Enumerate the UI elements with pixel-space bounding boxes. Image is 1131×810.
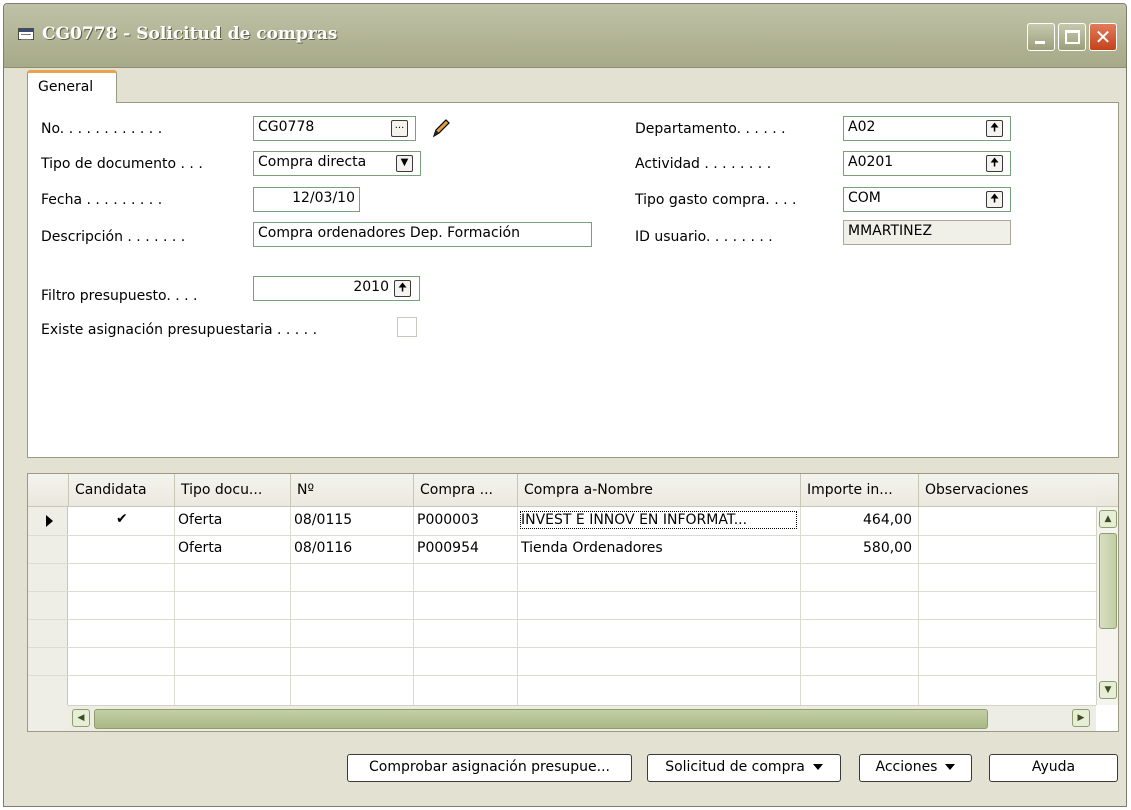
tab-general[interactable]: General — [27, 70, 117, 103]
departamento-label: Departamento. . . . . . — [635, 121, 786, 137]
solicitud-de-compra-button[interactable]: Solicitud de compra — [647, 754, 841, 782]
comprobar-asignacion-button[interactable]: Comprobar asignación presupue... — [347, 754, 632, 782]
dropdown-icon[interactable]: ▼ — [396, 155, 413, 172]
tipo-documento-value: Compra directa — [258, 154, 367, 170]
scroll-down-icon[interactable]: ▼ — [1099, 681, 1117, 699]
asignacion-label: Existe asignación presupuestaria . . . .… — [41, 322, 318, 338]
column-header-importe[interactable]: Importe in... — [800, 474, 918, 506]
descripcion-field[interactable]: Compra ordenadores Dep. Formación — [253, 222, 592, 247]
chevron-down-icon — [945, 764, 956, 770]
horizontal-scrollbar[interactable]: ◀ ▶ — [68, 705, 1096, 731]
cell-nombre[interactable]: Tienda Ordenadores — [521, 540, 796, 556]
actividad-label: Actividad . . . . . . . . — [635, 156, 772, 172]
window-icon — [18, 28, 34, 40]
chevron-down-icon — [812, 764, 823, 770]
cell-compra[interactable]: P000954 — [417, 540, 513, 556]
tab-general-label: General — [38, 79, 94, 95]
acciones-button[interactable]: Acciones — [859, 754, 972, 782]
id-usuario-field: MMARTINEZ — [843, 220, 1011, 245]
fecha-value: 12/03/10 — [292, 190, 355, 206]
descripcion-label: Descripción . . . . . . . — [41, 229, 186, 245]
cell-candidata[interactable]: ✔ — [116, 511, 128, 527]
title-bar[interactable]: CG0778 - Solicitud de compras ✕ — [4, 4, 1126, 68]
cell-importe[interactable]: 464,00 — [804, 512, 912, 528]
column-header-nombre[interactable]: Compra a-Nombre — [517, 474, 800, 506]
cell-nombre[interactable]: INVEST E INNOV EN INFORMAT... — [520, 511, 797, 529]
close-icon: ✕ — [1094, 25, 1112, 49]
id-usuario-label: ID usuario. . . . . . . . — [635, 229, 773, 245]
solicitud-de-compra-label: Solicitud de compra — [665, 759, 805, 775]
actividad-field[interactable]: A0201 🠉 — [843, 151, 1011, 176]
departamento-field[interactable]: A02 🠉 — [843, 116, 1011, 141]
column-header-no[interactable]: Nº — [290, 474, 413, 506]
minimize-icon — [1035, 41, 1045, 44]
departamento-value: A02 — [848, 119, 876, 135]
descripcion-value: Compra ordenadores Dep. Formación — [258, 225, 520, 241]
cell-no[interactable]: 08/0115 — [294, 512, 409, 528]
scroll-up-icon[interactable]: ▲ — [1099, 510, 1117, 528]
cell-no[interactable]: 08/0116 — [294, 540, 409, 556]
lookup-arrow-icon[interactable]: 🠉 — [986, 120, 1003, 137]
maximize-button[interactable] — [1058, 23, 1086, 51]
window-title: CG0778 - Solicitud de compras — [42, 24, 338, 44]
minimize-button[interactable] — [1027, 23, 1055, 51]
asignacion-checkbox[interactable] — [397, 317, 417, 337]
column-header-compra[interactable]: Compra ... — [413, 474, 517, 506]
no-value: CG0778 — [258, 119, 315, 135]
close-button[interactable]: ✕ — [1089, 23, 1117, 51]
filtro-presupuesto-value: 2010 — [353, 279, 389, 295]
tipo-gasto-field[interactable]: COM 🠉 — [843, 187, 1011, 212]
lookup-arrow-icon[interactable]: 🠉 — [986, 155, 1003, 172]
cell-tipo[interactable]: Oferta — [178, 512, 286, 528]
lookup-arrow-icon[interactable]: 🠉 — [394, 280, 411, 297]
cell-importe[interactable]: 580,00 — [804, 540, 912, 556]
scroll-right-icon[interactable]: ▶ — [1072, 709, 1090, 727]
no-label: No. . . . . . . . . . . . — [41, 121, 163, 137]
fecha-label: Fecha . . . . . . . . . — [41, 192, 163, 208]
column-header-tipo[interactable]: Tipo docu... — [174, 474, 290, 506]
tipo-gasto-value: COM — [848, 190, 881, 206]
lookup-icon[interactable]: ... — [391, 120, 408, 137]
tipo-gasto-label: Tipo gasto compra. . . . — [635, 192, 797, 208]
maximize-icon — [1065, 30, 1080, 44]
vertical-scrollbar[interactable]: ▲ ▼ — [1096, 507, 1118, 705]
tipo-documento-label: Tipo de documento . . . — [41, 156, 203, 172]
column-header-observaciones[interactable]: Observaciones — [918, 474, 1096, 506]
row-pointer-icon — [46, 515, 53, 527]
lines-grid: Candidata Tipo docu... Nº Compra ... Com… — [27, 473, 1119, 732]
lookup-arrow-icon[interactable]: 🠉 — [986, 191, 1003, 208]
vertical-scroll-thumb[interactable] — [1099, 533, 1117, 629]
cell-tipo[interactable]: Oferta — [178, 540, 286, 556]
horizontal-scroll-thumb[interactable] — [94, 709, 988, 729]
acciones-label: Acciones — [875, 759, 938, 775]
ayuda-button[interactable]: Ayuda — [989, 754, 1118, 782]
fecha-field[interactable]: 12/03/10 — [253, 187, 360, 212]
column-header-candidata[interactable]: Candidata — [68, 474, 174, 506]
no-field[interactable]: CG0778 ... — [253, 116, 416, 141]
id-usuario-value: MMARTINEZ — [848, 223, 933, 239]
cell-compra[interactable]: P000003 — [417, 512, 513, 528]
filtro-presupuesto-label: Filtro presupuesto. . . . — [41, 288, 198, 304]
filtro-presupuesto-field[interactable]: 2010 🠉 — [253, 276, 420, 301]
actividad-value: A0201 — [848, 154, 894, 170]
tipo-documento-select[interactable]: Compra directa ▼ — [253, 151, 421, 176]
pencil-icon[interactable] — [430, 116, 452, 140]
scroll-left-icon[interactable]: ◀ — [72, 709, 90, 727]
